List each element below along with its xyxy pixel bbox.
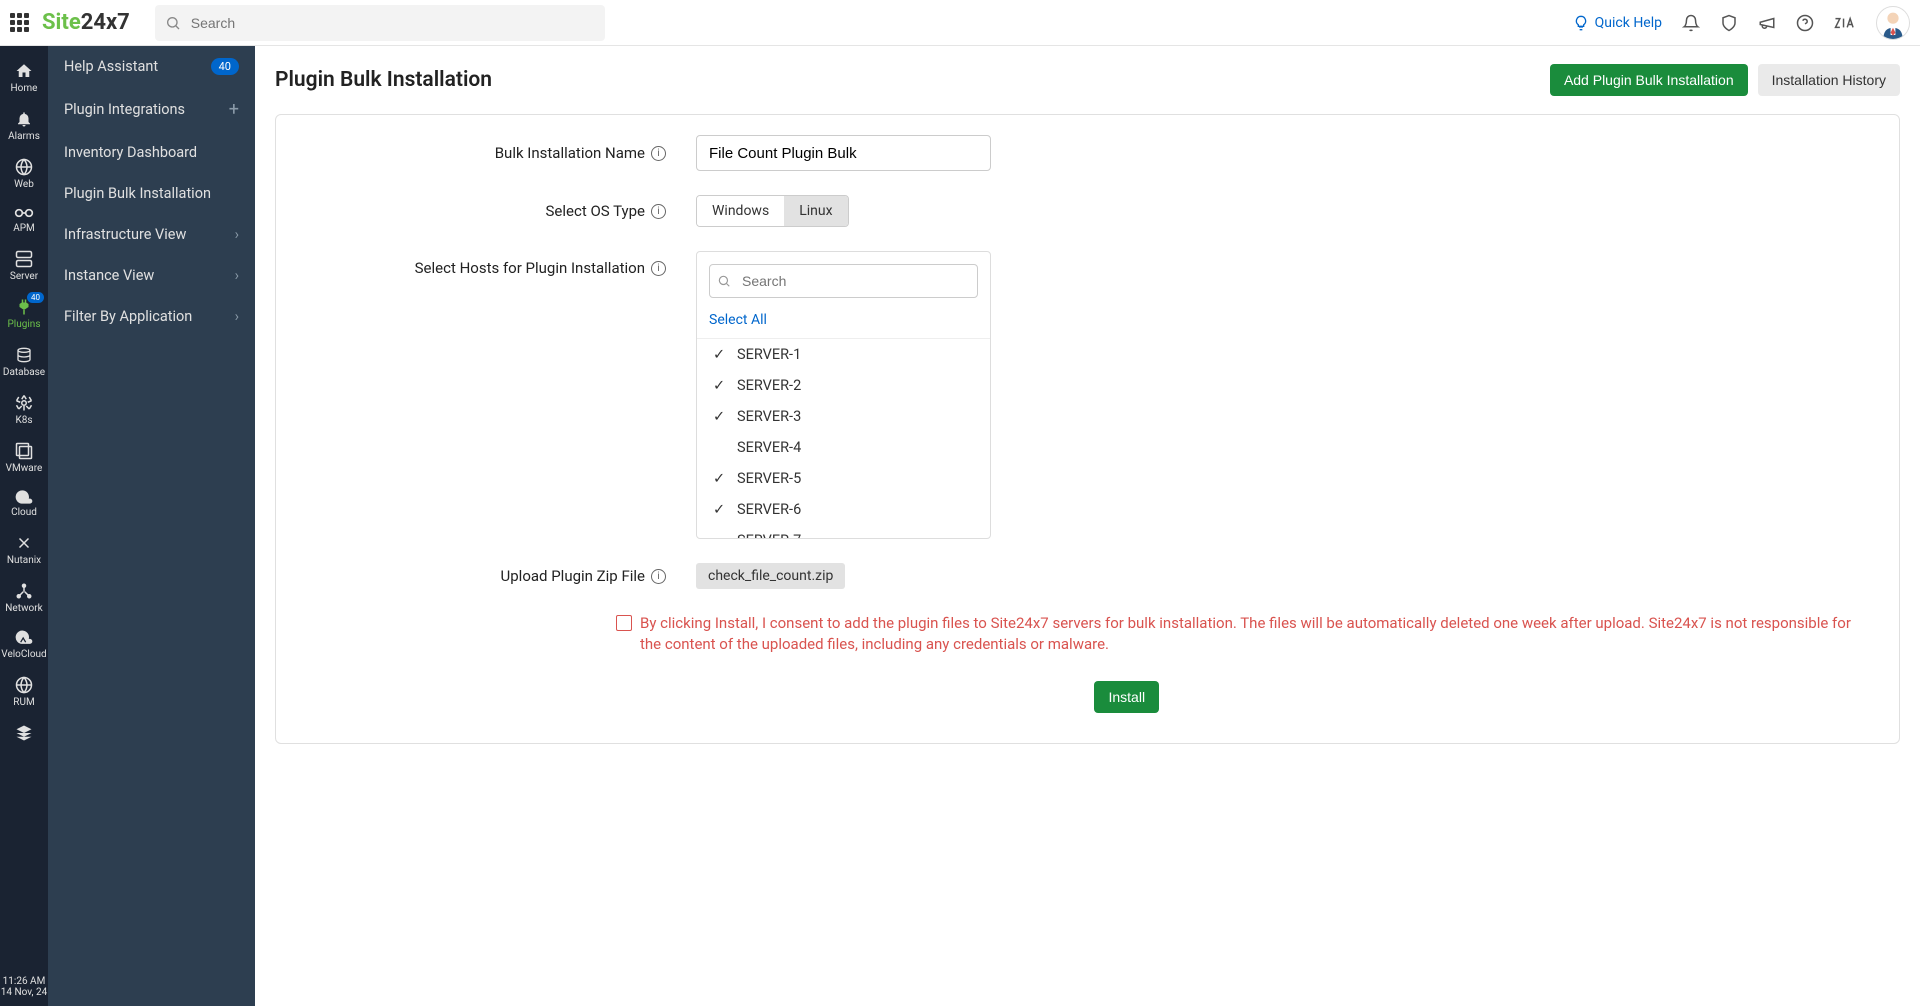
- host-name: SERVER-6: [737, 501, 801, 518]
- install-button[interactable]: Install: [1094, 681, 1159, 713]
- os-type-label: Select OS Typei: [316, 202, 696, 220]
- host-name: SERVER-3: [737, 408, 801, 425]
- logo: Site24x7: [42, 10, 130, 35]
- select-all-link[interactable]: Select All: [697, 310, 990, 338]
- bell-icon[interactable]: [1682, 14, 1700, 32]
- help-icon[interactable]: [1796, 14, 1814, 32]
- quick-help-link[interactable]: Quick Help: [1573, 15, 1662, 31]
- megaphone-icon[interactable]: [1758, 14, 1776, 32]
- nav-cloud[interactable]: Cloud: [0, 482, 48, 526]
- upload-label: Upload Plugin Zip Filei: [316, 567, 696, 585]
- check-icon: ✓: [713, 408, 727, 425]
- sidebar-item-plugin-integrations[interactable]: Plugin Integrations+: [48, 87, 255, 132]
- global-search-input[interactable]: [155, 5, 605, 41]
- chevron-right-icon: ›: [235, 226, 239, 243]
- chevron-right-icon: ›: [235, 267, 239, 284]
- host-name: SERVER-2: [737, 377, 801, 394]
- nav-apm[interactable]: APM: [0, 198, 48, 242]
- shield-icon[interactable]: [1720, 14, 1738, 32]
- nav-network[interactable]: Network: [0, 574, 48, 622]
- host-picker: Select All ✓ SERVER-1 ✓ SERVER-2 ✓ SERVER-3 SE…: [696, 251, 991, 539]
- nav-web[interactable]: Web: [0, 150, 48, 198]
- host-name: SERVER-7: [737, 532, 801, 538]
- host-search-input[interactable]: [709, 264, 978, 298]
- nav-server[interactable]: Server: [0, 242, 48, 290]
- search-icon: [717, 274, 731, 288]
- check-icon: ✓: [713, 377, 727, 394]
- host-item[interactable]: ✓ SERVER-2: [697, 370, 990, 401]
- nav-rum[interactable]: RUM: [0, 668, 48, 716]
- page-title: Plugin Bulk Installation: [275, 68, 492, 92]
- plus-icon[interactable]: +: [229, 99, 239, 120]
- search-icon: [165, 15, 181, 31]
- info-icon[interactable]: i: [651, 146, 666, 161]
- installation-history-button[interactable]: Installation History: [1758, 64, 1900, 96]
- os-linux-option[interactable]: Linux: [784, 196, 847, 226]
- lightbulb-icon: [1573, 15, 1589, 31]
- check-icon: ✓: [713, 470, 727, 487]
- host-item[interactable]: SERVER-7: [697, 525, 990, 538]
- add-plugin-bulk-installation-button[interactable]: Add Plugin Bulk Installation: [1550, 64, 1748, 96]
- nav-velocloud[interactable]: VeloCloud: [0, 622, 48, 668]
- check-icon: ✓: [713, 501, 727, 518]
- host-item[interactable]: SERVER-4: [697, 432, 990, 463]
- nav-plugins[interactable]: 40Plugins: [0, 290, 48, 338]
- icon-sidebar: Home Alarms Web APM Server 40Plugins Dat…: [0, 46, 48, 1006]
- host-item[interactable]: ✓ SERVER-5: [697, 463, 990, 494]
- host-name: SERVER-4: [737, 439, 801, 456]
- bulk-name-input[interactable]: [696, 135, 991, 171]
- nav-layers[interactable]: [0, 716, 48, 753]
- nav-vmware[interactable]: VMware: [0, 434, 48, 482]
- nav-alarms[interactable]: Alarms: [0, 102, 48, 150]
- hosts-label: Select Hosts for Plugin Installationi: [316, 251, 696, 277]
- host-item[interactable]: ✓ SERVER-1: [697, 339, 990, 370]
- global-search[interactable]: [155, 5, 605, 41]
- chevron-right-icon: ›: [235, 308, 239, 325]
- nav-database[interactable]: Database: [0, 338, 48, 386]
- sidebar-item-filter-by-application[interactable]: Filter By Application›: [48, 296, 255, 337]
- consent-text: By clicking Install, I consent to add th…: [640, 613, 1859, 655]
- os-windows-option[interactable]: Windows: [697, 196, 784, 226]
- bulk-name-label: Bulk Installation Namei: [316, 144, 696, 162]
- os-type-toggle: Windows Linux: [696, 195, 849, 227]
- check-icon: ✓: [713, 346, 727, 363]
- sidebar-item-inventory-dashboard[interactable]: Inventory Dashboard: [48, 132, 255, 173]
- apps-grid-icon[interactable]: [10, 13, 30, 33]
- host-item[interactable]: ✓ SERVER-3: [697, 401, 990, 432]
- sidebar-item-help-assistant[interactable]: Help Assistant40: [48, 46, 255, 87]
- secondary-sidebar: Help Assistant40 Plugin Integrations+ In…: [48, 46, 255, 1006]
- nav-nutanix[interactable]: Nutanix: [0, 526, 48, 574]
- info-icon[interactable]: i: [651, 204, 666, 219]
- host-name: SERVER-5: [737, 470, 801, 487]
- sidebar-item-instance-view[interactable]: Instance View›: [48, 255, 255, 296]
- zia-icon[interactable]: [1834, 15, 1856, 31]
- info-icon[interactable]: i: [651, 569, 666, 584]
- sidebar-item-infrastructure-view[interactable]: Infrastructure View›: [48, 214, 255, 255]
- clock-display: 11:26 AM14 Nov, 24: [1, 976, 48, 998]
- nav-home[interactable]: Home: [0, 54, 48, 102]
- sidebar-item-plugin-bulk-installation[interactable]: Plugin Bulk Installation: [48, 173, 255, 214]
- user-avatar[interactable]: [1876, 6, 1910, 40]
- nav-k8s[interactable]: K8s: [0, 386, 48, 434]
- host-item[interactable]: ✓ SERVER-6: [697, 494, 990, 525]
- info-icon[interactable]: i: [651, 261, 666, 276]
- consent-checkbox[interactable]: [616, 615, 632, 631]
- uploaded-file-chip[interactable]: check_file_count.zip: [696, 563, 845, 589]
- host-name: SERVER-1: [737, 346, 801, 363]
